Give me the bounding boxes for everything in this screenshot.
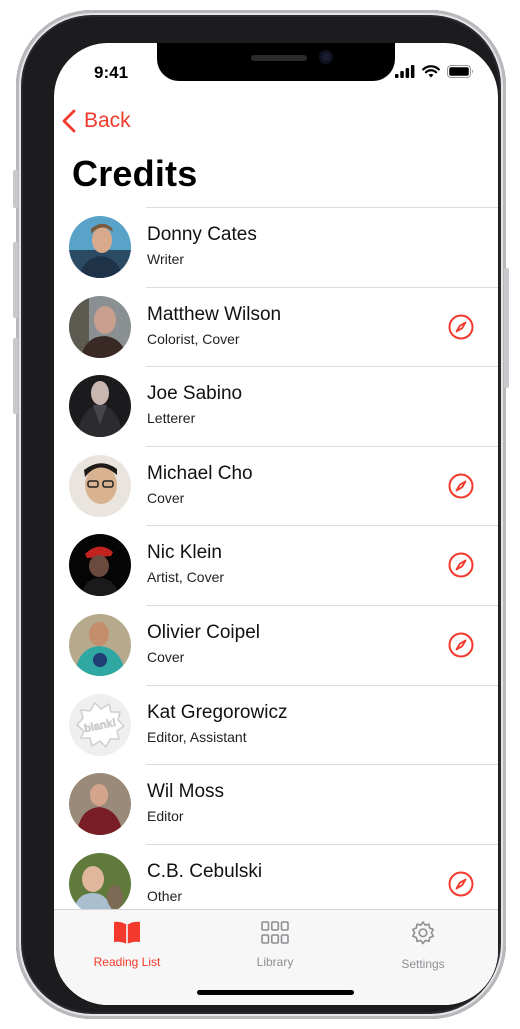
credit-name: Matthew Wilson xyxy=(147,303,282,325)
avatar-placeholder: blank! xyxy=(69,693,131,756)
compass-icon[interactable] xyxy=(448,632,474,658)
credit-name: Wil Moss xyxy=(147,781,225,803)
signal-icon xyxy=(395,65,415,78)
tab-reading-list[interactable]: Reading List xyxy=(67,920,187,969)
gear-icon xyxy=(412,921,434,945)
page-title: Credits xyxy=(72,153,198,194)
volume-down-button xyxy=(13,338,18,414)
credit-row-olivier-coipel[interactable]: Olivier Coipel Cover xyxy=(54,604,498,685)
credit-row-matthew-wilson[interactable]: Matthew Wilson Colorist, Cover xyxy=(54,286,498,367)
credit-role: Writer xyxy=(147,251,185,267)
chevron-left-icon xyxy=(62,109,76,133)
battery-icon xyxy=(447,65,473,78)
avatar xyxy=(69,216,131,278)
phone-frame: 9:41 Back Credits Donny Cates Writer Mat… xyxy=(13,10,509,1019)
credit-row-nic-klein[interactable]: Nic Klein Artist, Cover xyxy=(54,525,498,605)
credit-role: Editor xyxy=(147,808,184,825)
credit-name: Joe Sabino xyxy=(147,383,243,405)
avatar xyxy=(69,613,131,676)
status-time: 9:41 xyxy=(94,63,129,82)
compass-icon[interactable] xyxy=(448,871,474,897)
book-icon xyxy=(114,921,140,944)
credit-row-donny-cates[interactable]: Donny Cates Writer xyxy=(54,207,498,287)
back-label: Back xyxy=(84,109,131,132)
credit-row-joe-sabino[interactable]: Joe Sabino Letterer xyxy=(54,366,498,446)
credit-row-wil-moss[interactable]: Wil Moss Editor xyxy=(54,764,498,844)
tab-bar: Reading List Library Settings xyxy=(54,909,498,1005)
status-icons xyxy=(395,65,474,78)
avatar xyxy=(69,295,131,358)
credit-role: Artist, Cover xyxy=(147,569,225,586)
credit-row-michael-cho[interactable]: Michael Cho Cover xyxy=(54,445,498,526)
credit-role: Cover xyxy=(147,489,185,506)
avatar xyxy=(69,375,131,438)
volume-up-button xyxy=(13,242,18,318)
tab-label: Settings xyxy=(401,957,445,971)
grid-icon xyxy=(261,921,289,944)
credit-name: Donny Cates xyxy=(147,224,257,245)
credit-role: Other xyxy=(147,887,183,904)
screen: 9:41 Back Credits Donny Cates Writer Mat… xyxy=(54,43,498,1005)
credit-role: Editor, Assistant xyxy=(147,728,247,745)
front-camera xyxy=(319,50,333,64)
avatar xyxy=(69,534,131,597)
notch xyxy=(157,43,395,81)
wifi-icon xyxy=(422,65,440,78)
credit-role: Letterer xyxy=(147,410,196,427)
credit-name: C.B. Cebulski xyxy=(147,860,263,882)
tab-label: Reading List xyxy=(93,955,161,969)
compass-icon[interactable] xyxy=(448,473,474,499)
tab-settings[interactable]: Settings xyxy=(363,920,483,971)
credit-name: Kat Gregorowicz xyxy=(147,701,288,723)
credit-role: Cover xyxy=(147,648,185,665)
speaker xyxy=(251,55,307,61)
credit-name: Michael Cho xyxy=(147,462,253,484)
back-button[interactable]: Back xyxy=(62,109,131,133)
avatar xyxy=(69,454,131,517)
compass-icon[interactable] xyxy=(448,552,474,578)
power-button xyxy=(504,268,509,388)
avatar xyxy=(69,852,131,915)
credits-list: Donny Cates Writer Matthew Wilson Colori… xyxy=(54,207,498,923)
avatar xyxy=(69,773,131,836)
home-indicator xyxy=(197,990,354,995)
tab-library[interactable]: Library xyxy=(215,920,335,969)
credit-role: Colorist, Cover xyxy=(147,330,240,347)
silent-switch xyxy=(13,170,18,208)
credit-row-kat-gregorowicz[interactable]: blank! Kat Gregorowicz Editor, Assistant xyxy=(54,684,498,765)
credit-name: Olivier Coipel xyxy=(147,621,260,643)
credit-name: Nic Klein xyxy=(147,542,222,564)
compass-icon[interactable] xyxy=(448,314,474,340)
tab-label: Library xyxy=(256,955,294,969)
